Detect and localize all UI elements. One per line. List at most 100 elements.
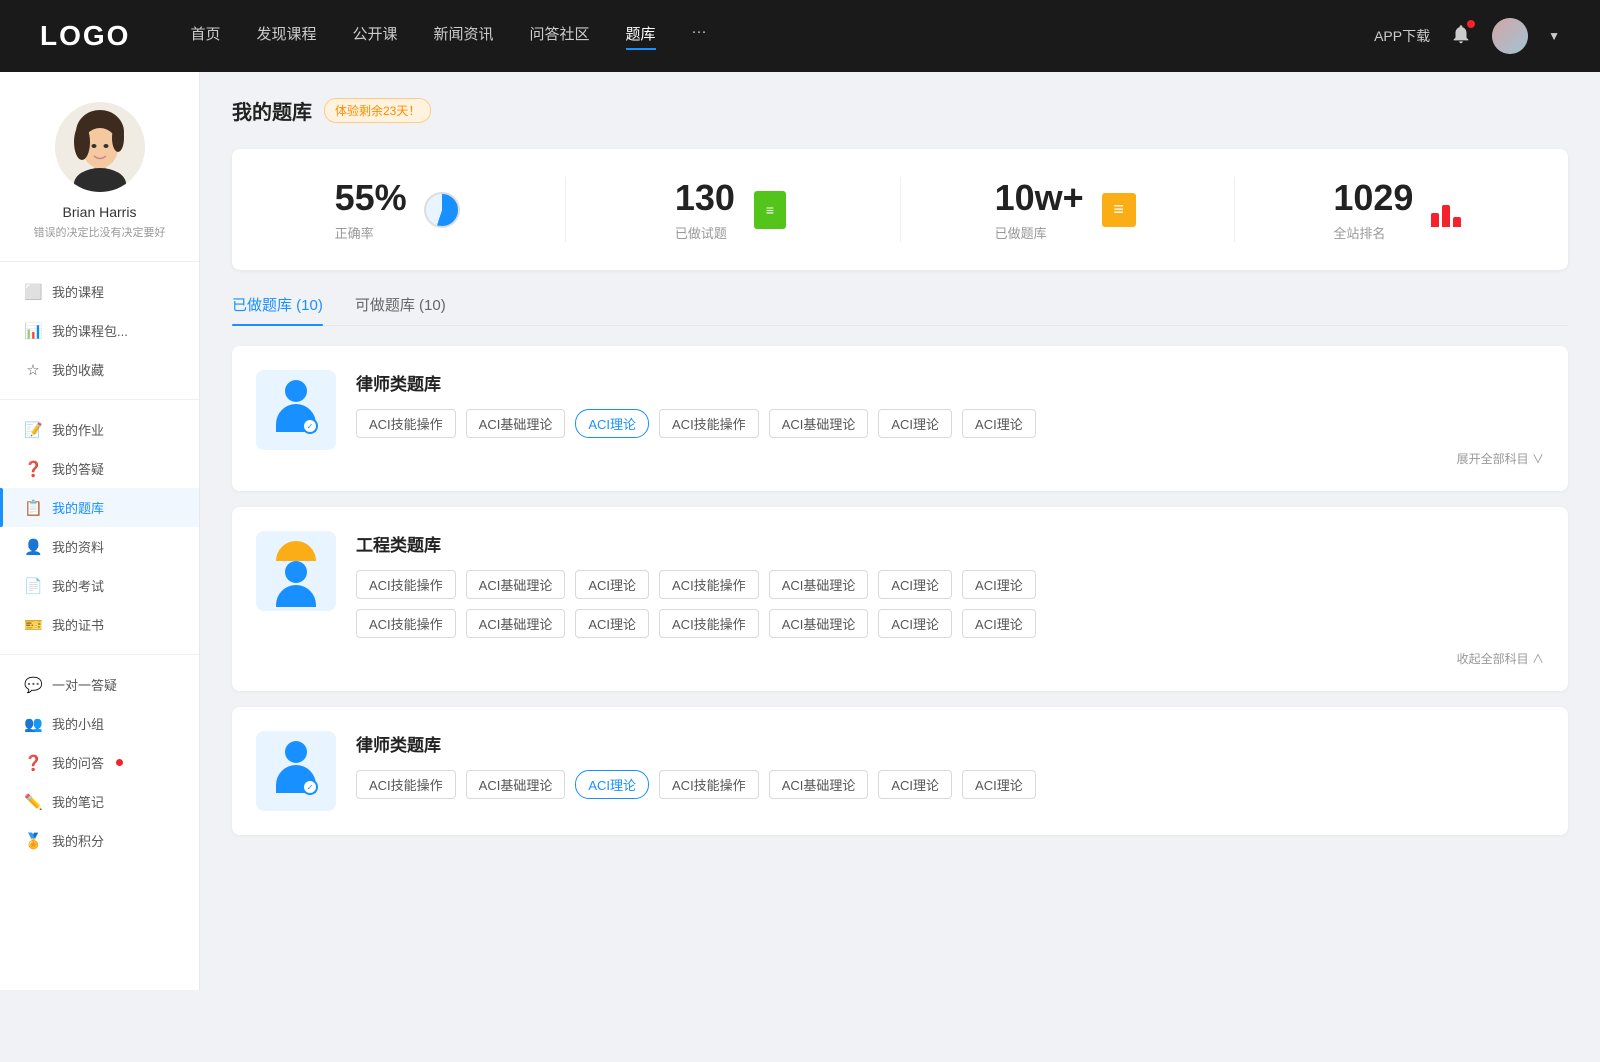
sidebar-item-my-qa[interactable]: ❓ 我的问答: [0, 743, 199, 782]
tag-2-4[interactable]: ACI基础理论: [769, 570, 869, 599]
subject-card-lawyer-1: ✓ 律师类题库 ACI技能操作 ACI基础理论 ACI理论 ACI技能操作 AC…: [232, 346, 1568, 491]
nav-item-more[interactable]: ···: [692, 23, 707, 50]
sidebar-item-my-data[interactable]: 👤 我的资料: [0, 527, 199, 566]
sidebar-item-exam[interactable]: 📄 我的考试: [0, 566, 199, 605]
sidebar-divider-2: [0, 399, 199, 400]
sidebar-divider-1: [0, 261, 199, 262]
certificate-icon: 🎫: [24, 616, 42, 634]
nav-item-bank[interactable]: 题库: [626, 23, 656, 50]
tag-3-4[interactable]: ACI基础理论: [769, 770, 869, 799]
tag-2-r2-5[interactable]: ACI理论: [878, 609, 952, 638]
tabs-row: 已做题库 (10) 可做题库 (10): [232, 294, 1568, 326]
avatar[interactable]: [1492, 18, 1528, 54]
sidebar-item-notes[interactable]: ✏️ 我的笔记: [0, 782, 199, 821]
tag-1-3[interactable]: ACI技能操作: [659, 409, 759, 438]
banks-done-number: 10w+: [995, 177, 1084, 219]
avatar-image: [1492, 18, 1528, 54]
tag-3-1[interactable]: ACI基础理论: [466, 770, 566, 799]
my-data-icon: 👤: [24, 538, 42, 556]
course-package-icon: 📊: [24, 322, 42, 340]
answers-icon: ❓: [24, 460, 42, 478]
subject-tags-2-row1: ACI技能操作 ACI基础理论 ACI理论 ACI技能操作 ACI基础理论 AC…: [356, 570, 1544, 599]
sidebar-motto: 错误的决定比没有决定要好: [34, 226, 166, 241]
sidebar-item-certificate[interactable]: 🎫 我的证书: [0, 605, 199, 644]
tag-1-5[interactable]: ACI理论: [878, 409, 952, 438]
nav-item-open-course[interactable]: 公开课: [352, 23, 397, 50]
group-icon: 👥: [24, 715, 42, 733]
nav-item-news[interactable]: 新闻资讯: [434, 23, 494, 50]
tab-available-banks[interactable]: 可做题库 (10): [355, 294, 446, 325]
tag-3-0[interactable]: ACI技能操作: [356, 770, 456, 799]
navbar: LOGO 首页 发现课程 公开课 新闻资讯 问答社区 题库 ··· APP下载 …: [0, 0, 1600, 72]
expand-btn-1[interactable]: 展开全部科目 ∨: [1457, 450, 1544, 467]
sidebar-item-points[interactable]: 🏅 我的积分: [0, 821, 199, 860]
stat-accuracy: 55% 正确率: [232, 177, 566, 242]
sidebar-item-one-on-one[interactable]: 💬 一对一答疑: [0, 665, 199, 704]
nav-item-discover[interactable]: 发现课程: [256, 23, 316, 50]
collapse-btn-2[interactable]: 收起全部科目 ∧: [1457, 650, 1544, 667]
sidebar-item-course-package[interactable]: 📊 我的课程包...: [0, 311, 199, 350]
tag-1-4[interactable]: ACI基础理论: [769, 409, 869, 438]
subject-title-3: 律师类题库: [356, 731, 1544, 756]
navbar-right: APP下载 ▼: [1374, 18, 1560, 54]
tag-2-r2-3[interactable]: ACI技能操作: [659, 609, 759, 638]
notification-bell[interactable]: [1450, 23, 1472, 50]
tag-2-6[interactable]: ACI理论: [962, 570, 1036, 599]
tag-2-r2-1[interactable]: ACI基础理论: [466, 609, 566, 638]
tag-1-1[interactable]: ACI基础理论: [466, 409, 566, 438]
banks-done-label: 已做题库: [995, 223, 1084, 242]
sidebar-item-favorites[interactable]: ☆ 我的收藏: [0, 350, 199, 389]
accuracy-label: 正确率: [335, 223, 407, 242]
tag-3-2[interactable]: ACI理论: [575, 770, 649, 799]
main-content: 我的题库 体验剩余23天！ 55% 正确率 130 已做试题: [200, 72, 1600, 990]
nav-item-home[interactable]: 首页: [190, 23, 220, 50]
one-on-one-icon: 💬: [24, 676, 42, 694]
accuracy-number: 55%: [335, 177, 407, 219]
tag-1-0[interactable]: ACI技能操作: [356, 409, 456, 438]
subject-title-1: 律师类题库: [356, 370, 1544, 395]
tag-2-r2-4[interactable]: ACI基础理论: [769, 609, 869, 638]
subject-card-engineer: 工程类题库 ACI技能操作 ACI基础理论 ACI理论 ACI技能操作 ACI基…: [232, 507, 1568, 691]
tag-2-1[interactable]: ACI基础理论: [466, 570, 566, 599]
tag-1-6[interactable]: ACI理论: [962, 409, 1036, 438]
banks-done-icon-wrap: ≡: [1098, 189, 1140, 231]
favorites-icon: ☆: [24, 361, 42, 379]
questions-done-label: 已做试题: [675, 223, 735, 242]
subject-title-2: 工程类题库: [356, 531, 1544, 556]
pie-chart-icon: [424, 192, 460, 228]
tag-2-r2-0[interactable]: ACI技能操作: [356, 609, 456, 638]
tag-2-0[interactable]: ACI技能操作: [356, 570, 456, 599]
page-title: 我的题库: [232, 96, 312, 125]
sidebar-item-homework[interactable]: 📝 我的作业: [0, 410, 199, 449]
sidebar-item-my-course[interactable]: ⬜ 我的课程: [0, 272, 199, 311]
tag-2-5[interactable]: ACI理论: [878, 570, 952, 599]
tag-3-6[interactable]: ACI理论: [962, 770, 1036, 799]
tag-3-3[interactable]: ACI技能操作: [659, 770, 759, 799]
notes-icon: ✏️: [24, 793, 42, 811]
sidebar-avatar: [55, 102, 145, 192]
my-course-icon: ⬜: [24, 283, 42, 301]
my-qa-icon: ❓: [24, 754, 42, 772]
sidebar-item-answers[interactable]: ❓ 我的答疑: [0, 449, 199, 488]
stat-banks-done: 10w+ 已做题库 ≡: [901, 177, 1235, 242]
tag-2-r2-2[interactable]: ACI理论: [575, 609, 649, 638]
question-bank-icon: 📋: [24, 499, 42, 517]
exam-icon: 📄: [24, 577, 42, 595]
tag-1-2[interactable]: ACI理论: [575, 409, 649, 438]
lawyer-figure-icon: ✓: [271, 380, 321, 440]
tag-2-r2-6[interactable]: ACI理论: [962, 609, 1036, 638]
sidebar-username: Brian Harris: [63, 204, 137, 220]
tag-2-3[interactable]: ACI技能操作: [659, 570, 759, 599]
sidebar-item-question-bank[interactable]: 📋 我的题库: [0, 488, 199, 527]
nav-item-qa[interactable]: 问答社区: [530, 23, 590, 50]
rank-number: 1029: [1333, 177, 1413, 219]
tag-3-5[interactable]: ACI理论: [878, 770, 952, 799]
app-download-button[interactable]: APP下载: [1374, 26, 1430, 46]
tab-done-banks[interactable]: 已做题库 (10): [232, 294, 323, 325]
stat-rank: 1029 全站排名: [1235, 177, 1568, 242]
avatar-chevron-icon[interactable]: ▼: [1548, 29, 1560, 43]
engineer-figure-icon: [268, 541, 324, 601]
tag-2-2[interactable]: ACI理论: [575, 570, 649, 599]
logo[interactable]: LOGO: [40, 20, 130, 52]
sidebar-item-group[interactable]: 👥 我的小组: [0, 704, 199, 743]
